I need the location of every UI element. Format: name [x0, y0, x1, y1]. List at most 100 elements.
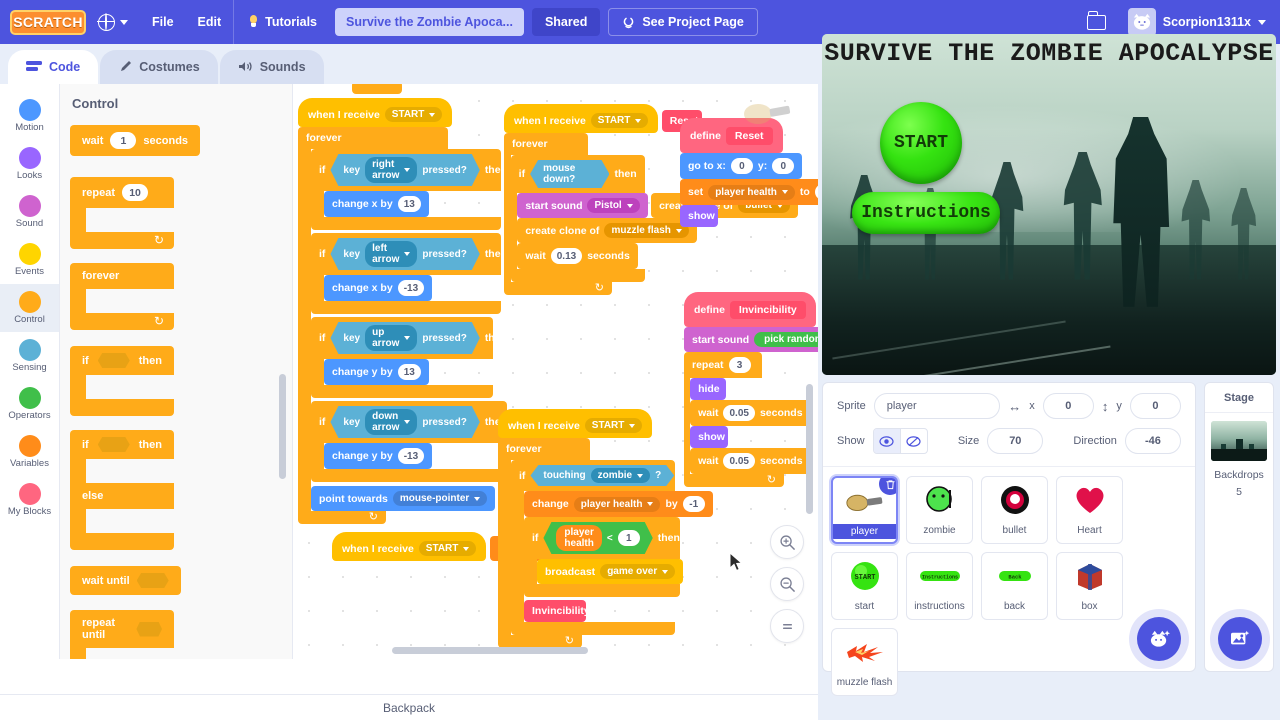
change-y-value[interactable]: 13 — [397, 364, 421, 380]
block-change-y-by[interactable]: change y by -13 — [324, 443, 433, 469]
wait-value[interactable]: 0.05 — [723, 405, 755, 421]
key-dropdown[interactable]: right arrow — [365, 157, 417, 183]
workspace-vertical-scrollbar[interactable] — [806, 384, 813, 514]
menu-tutorials[interactable]: Tutorials — [234, 0, 329, 44]
boolean-slot[interactable] — [97, 353, 130, 368]
script-movement[interactable]: when I receive START forever if key righ… — [298, 98, 507, 524]
stage[interactable]: SURVIVE THE ZOMBIE APOCALYPSE START Inst… — [822, 34, 1276, 375]
block-key-pressed[interactable]: key left arrow pressed? — [330, 238, 479, 270]
broadcast-dropdown[interactable]: START — [584, 418, 643, 433]
scratch-logo[interactable]: SCRATCH — [10, 9, 86, 35]
zoom-reset-button[interactable] — [770, 609, 804, 643]
script-damage[interactable]: when I receive START forever if touching… — [498, 409, 713, 648]
broadcast-message-dropdown[interactable]: game over — [600, 564, 676, 579]
block-if-down-arrow[interactable]: if key down arrow pressed? then change y… — [311, 401, 507, 482]
stage-instructions-button[interactable]: Instructions — [852, 192, 1000, 234]
block-change-x-by[interactable]: change x by -13 — [324, 275, 433, 301]
block-when-i-receive[interactable]: when I receive START — [332, 532, 487, 561]
wait-value-input[interactable]: 1 — [110, 132, 137, 149]
see-project-page-button[interactable]: See Project Page — [608, 8, 758, 36]
touching-target-dropdown[interactable]: zombie — [591, 468, 650, 483]
block-call-invincibility[interactable]: Invincibility — [524, 600, 590, 622]
category-motion[interactable]: Motion — [0, 92, 59, 140]
sprite-card-instructions[interactable]: Instructions instructions — [906, 552, 973, 620]
palette-block-if-else[interactable]: if then else — [70, 430, 292, 550]
change-x-value[interactable]: -13 — [397, 280, 425, 296]
block-repeat[interactable]: repeat 3 hide wait 0.05 seconds show wai… — [684, 352, 818, 487]
stage-backdrop-thumbnail[interactable] — [1211, 421, 1267, 461]
sprite-card-zombie[interactable]: zombie — [906, 476, 973, 544]
category-my-blocks[interactable]: My Blocks — [0, 476, 59, 524]
delete-sprite-button[interactable] — [879, 478, 896, 495]
block-wait-1[interactable]: wait 0.05 seconds — [690, 400, 811, 426]
variable-player-health[interactable]: player health — [556, 525, 601, 551]
sprite-card-box[interactable]: box — [1056, 552, 1123, 620]
clone-target-dropdown[interactable]: muzzle flash — [604, 223, 689, 238]
eye-icon[interactable] — [873, 429, 901, 453]
set-variable-dropdown[interactable]: player health — [708, 184, 795, 200]
zoom-out-button[interactable] — [770, 567, 804, 601]
category-sound[interactable]: Sound — [0, 188, 59, 236]
menu-file[interactable]: File — [140, 0, 186, 44]
block-go-to-xy[interactable]: go to x: 0 y: 0 — [680, 153, 803, 179]
key-dropdown[interactable]: up arrow — [365, 325, 417, 351]
sprite-card-muzzle-flash[interactable]: muzzle flash — [831, 628, 898, 696]
block-define-invincibility[interactable]: define Invincibility — [684, 292, 816, 327]
by-value[interactable]: -1 — [682, 496, 705, 512]
block-point-towards[interactable]: point towards mouse-pointer — [311, 486, 496, 511]
change-y-value[interactable]: -13 — [397, 448, 425, 464]
procedure-prototype-invincibility[interactable]: Invincibility — [729, 301, 806, 319]
block-wait-2[interactable]: wait 0.05 seconds — [690, 448, 811, 474]
tab-code[interactable]: Code — [8, 50, 99, 84]
block-touching[interactable]: touching zombie ? — [530, 465, 674, 486]
block-start-sound-random[interactable]: start sound pick random — [684, 327, 818, 352]
block-if-touching-zombie[interactable]: if touching zombie ? change player healt… — [511, 460, 713, 635]
code-workspace[interactable]: when I receive START forever if key righ… — [292, 84, 818, 659]
script-define-invincibility[interactable]: define Invincibility start sound pick ra… — [684, 292, 818, 487]
project-title-input[interactable]: Survive the Zombie Apoca... — [335, 8, 524, 36]
block-set-variable[interactable]: set player health to 10 — [680, 179, 818, 205]
block-change-y-by[interactable]: change y by 13 — [324, 359, 429, 385]
block-show[interactable]: show — [680, 205, 718, 227]
wait-value[interactable]: 0.13 — [550, 248, 583, 264]
block-less-than[interactable]: player health < 1 — [543, 522, 652, 554]
block-create-clone-muzzle[interactable]: create clone of muzzle flash — [517, 218, 697, 243]
block-when-i-receive[interactable]: when I receive START — [298, 98, 453, 127]
broadcast-dropdown[interactable]: START — [384, 107, 443, 122]
zoom-in-button[interactable] — [770, 525, 804, 559]
sound-dropdown[interactable]: Pistol — [587, 198, 640, 213]
direction-input[interactable]: -46 — [1124, 428, 1181, 454]
boolean-slot[interactable] — [136, 573, 169, 588]
category-looks[interactable]: Looks — [0, 140, 59, 188]
category-events[interactable]: Events — [0, 236, 59, 284]
sprite-card-heart[interactable]: Heart — [1056, 476, 1123, 544]
category-sensing[interactable]: Sensing — [0, 332, 59, 380]
sprite-card-player[interactable]: player — [831, 476, 898, 544]
block-broadcast[interactable]: broadcast game over — [537, 559, 684, 584]
backpack-bar[interactable]: Backpack — [0, 694, 818, 720]
boolean-slot[interactable] — [136, 621, 162, 637]
block-hide[interactable]: hide — [690, 378, 727, 400]
block-pick-random[interactable]: pick random — [754, 332, 818, 347]
block-wait[interactable]: wait 0.13 seconds — [517, 243, 638, 269]
broadcast-dropdown[interactable]: START — [590, 113, 649, 128]
repeat-value-input[interactable]: 10 — [122, 184, 149, 201]
key-dropdown[interactable]: down arrow — [365, 409, 417, 435]
tab-sounds[interactable]: Sounds — [219, 50, 324, 84]
size-input[interactable]: 70 — [987, 428, 1044, 454]
block-start-sound[interactable]: start sound Pistol — [517, 193, 648, 218]
block-change-variable[interactable]: change player health by -1 — [524, 491, 713, 517]
key-dropdown[interactable]: left arrow — [365, 241, 417, 267]
palette-scrollbar[interactable] — [279, 374, 286, 479]
block-when-i-receive[interactable]: when I receive START — [498, 409, 653, 438]
boolean-slot[interactable] — [97, 437, 130, 452]
repeat-value[interactable]: 3 — [728, 357, 751, 373]
palette-block-wait[interactable]: wait 1 seconds — [70, 125, 201, 156]
block-key-pressed[interactable]: key up arrow pressed? — [330, 322, 479, 354]
block-key-pressed[interactable]: key right arrow pressed? — [330, 154, 479, 186]
language-selector[interactable] — [86, 0, 140, 44]
add-sprite-button[interactable] — [1137, 617, 1181, 661]
account-menu[interactable]: Scorpion1311x — [1122, 8, 1280, 36]
sprite-card-back[interactable]: Back back — [981, 552, 1048, 620]
point-target-dropdown[interactable]: mouse-pointer — [392, 491, 488, 506]
